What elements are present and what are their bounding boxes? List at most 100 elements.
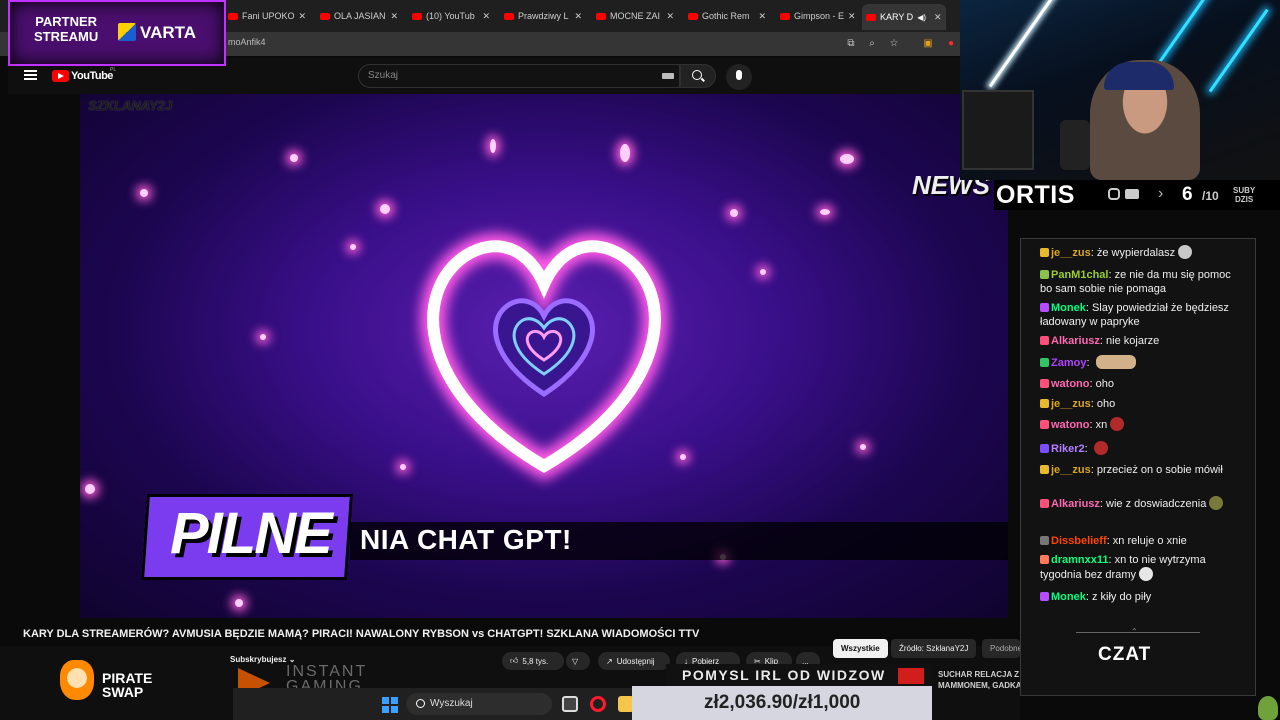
- sparkle: [860, 444, 866, 450]
- monitor-in-background: [962, 90, 1034, 170]
- close-tab-icon[interactable]: ✕: [482, 11, 490, 22]
- chip-source[interactable]: Źródło: SzklanaY2J: [891, 639, 977, 658]
- chat-message: je__zus: oho: [1040, 397, 1240, 411]
- url-field[interactable]: moAnfik4: [228, 37, 266, 47]
- search-icon: [416, 699, 425, 708]
- close-tab-icon[interactable]: ✕: [299, 11, 307, 22]
- browser-tab[interactable]: (10) YouTub ✕: [408, 6, 496, 26]
- like-button[interactable]: 👍︎ 5,8 tys.: [502, 652, 564, 670]
- region-code: PL: [110, 67, 117, 73]
- chat-message: je__zus: przecież on o sobie mówił: [1040, 463, 1240, 477]
- microphone-arm: [1060, 120, 1090, 170]
- close-tab-icon[interactable]: ✕: [574, 11, 582, 22]
- close-tab-icon[interactable]: ✕: [848, 11, 856, 22]
- thumbs-down-icon: ▽: [572, 656, 579, 666]
- chat-separator: :: [1086, 357, 1093, 369]
- keyboard-icon[interactable]: [662, 73, 674, 79]
- chat-badge-icon: [1040, 248, 1049, 257]
- chat-message: Monek: Slay powiedział że będziesz ładow…: [1040, 301, 1240, 329]
- chat-username[interactable]: watono: [1051, 378, 1090, 390]
- browser-tab[interactable]: Gimpson - E ✕: [776, 6, 858, 26]
- chat-message: Alkariusz: nie kojarze: [1040, 334, 1240, 348]
- chat-message: Riker2:: [1040, 441, 1240, 456]
- chat-username[interactable]: dramnxx11: [1051, 554, 1108, 566]
- varta-logo-text: VARTA: [140, 23, 197, 42]
- sparkle: [730, 209, 738, 217]
- chip-related[interactable]: Podobne: [982, 639, 1020, 658]
- chat-message: Dissbelieff: xn reluje o xnie: [1040, 534, 1240, 548]
- youtube-favicon-icon: [866, 13, 876, 21]
- browser-tab-active[interactable]: KARY D ◀) ✕: [862, 4, 946, 30]
- close-tab-icon[interactable]: ✕: [934, 12, 942, 23]
- chat-username[interactable]: Alkariusz: [1051, 498, 1100, 510]
- close-tab-icon[interactable]: ✕: [758, 11, 766, 22]
- zoom-icon[interactable]: ⌕: [866, 38, 878, 50]
- speaker-icon[interactable]: ◀): [917, 13, 926, 22]
- sparkle: [350, 244, 356, 250]
- close-tab-icon[interactable]: ✕: [390, 11, 398, 22]
- bookmark-star-icon[interactable]: ☆: [888, 38, 900, 50]
- chat-badge-icon: [1040, 592, 1049, 601]
- chat-text: oho: [1096, 398, 1116, 410]
- chat-badge-icon: [1040, 465, 1049, 474]
- chat-username[interactable]: je__zus: [1051, 247, 1091, 259]
- browser-tab[interactable]: OLA JASIAN ✕: [316, 6, 404, 26]
- chat-username[interactable]: Dissbelieff: [1051, 535, 1107, 547]
- install-app-icon[interactable]: ⧉: [845, 38, 857, 50]
- share-button[interactable]: ↗ Udostępnij: [598, 652, 670, 670]
- chat-username[interactable]: je__zus: [1051, 464, 1091, 476]
- youtube-logo-text[interactable]: YouTube: [71, 70, 113, 82]
- chat-message: PanM1chal: ze nie da mu się pomoc bo sam…: [1040, 268, 1240, 296]
- youtube-logo-icon[interactable]: [52, 70, 69, 82]
- sparkle: [400, 464, 406, 470]
- chat-username[interactable]: PanM1chal: [1051, 269, 1108, 281]
- chat-username[interactable]: je__zus: [1051, 398, 1091, 410]
- neon-light: [988, 0, 1061, 88]
- sparkle: [620, 144, 630, 162]
- pirate-swap-logo-text: PIRATE SWAP: [102, 670, 153, 700]
- opera-icon[interactable]: ●: [945, 38, 957, 50]
- extension-icon[interactable]: ▣: [922, 38, 934, 50]
- chat-username[interactable]: Zamoy: [1051, 357, 1086, 369]
- chat-badge-icon: [1040, 420, 1049, 429]
- search-input[interactable]: [358, 64, 680, 88]
- task-view-icon[interactable]: [562, 696, 578, 712]
- chat-username[interactable]: Monek: [1051, 591, 1086, 603]
- chat-emote-icon: [1178, 245, 1193, 259]
- close-tab-icon[interactable]: ✕: [666, 11, 674, 22]
- browser-tab[interactable]: Fani UPOKO ✕: [224, 6, 312, 26]
- browser-tab[interactable]: Gothic Rem ✕: [684, 6, 772, 26]
- chat-badge-icon: [1040, 303, 1049, 312]
- windows-start-icon[interactable]: [382, 697, 398, 713]
- share-icon: ↗: [606, 656, 613, 666]
- chat-emote-icon: [1139, 567, 1153, 581]
- sparkle: [760, 269, 766, 275]
- chat-username[interactable]: Alkariusz: [1051, 335, 1100, 347]
- chat-username[interactable]: watono: [1051, 419, 1090, 431]
- opera-icon[interactable]: [590, 696, 606, 712]
- browser-tab[interactable]: MOCNE ZAI ✕: [592, 6, 680, 26]
- varta-logo-icon: [118, 23, 136, 41]
- chat-username[interactable]: Monek: [1051, 302, 1086, 314]
- chevron-up-icon: ⌃: [1131, 627, 1138, 636]
- chip-all[interactable]: Wszystkie: [833, 639, 888, 658]
- news-ticker-side: SUCHAR RELACJA Z I MAMMONEM, GADKA: [938, 670, 1024, 690]
- pirate-swap-logo-icon: [60, 660, 94, 700]
- neon-light: [1208, 8, 1269, 93]
- chat-message: watono: oho: [1040, 377, 1240, 391]
- cap: [1104, 62, 1174, 90]
- menu-icon[interactable]: [24, 70, 37, 80]
- youtube-favicon-icon: [780, 12, 790, 20]
- subs-count: 6: [1182, 184, 1193, 205]
- taskbar-search-input[interactable]: [406, 693, 552, 715]
- chat-username[interactable]: Riker2: [1051, 443, 1085, 455]
- browser-tab[interactable]: Prawdziwy L ✕: [500, 6, 588, 26]
- sparkle: [820, 209, 830, 215]
- dislike-button[interactable]: ▽: [566, 652, 590, 670]
- youtube-favicon-icon: [412, 12, 422, 20]
- neon-light: [1158, 0, 1231, 63]
- partner-label: PARTNER STREAMU: [34, 14, 99, 44]
- flag-icon: [898, 668, 924, 684]
- sparkle: [85, 484, 95, 494]
- sparkle: [260, 334, 266, 340]
